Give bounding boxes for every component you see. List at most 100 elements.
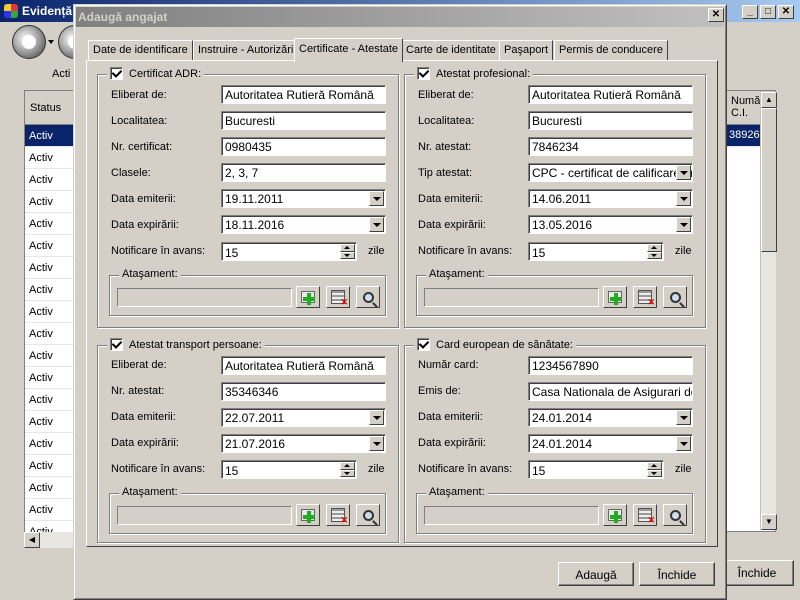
chevron-down-icon[interactable] — [676, 191, 691, 206]
spin-up-icon[interactable] — [340, 244, 355, 252]
list-item[interactable]: Activ — [25, 213, 75, 235]
maximize-button[interactable]: □ — [760, 5, 776, 19]
adr-legend[interactable]: Certificat ADR: — [107, 67, 205, 80]
adr-locality-field[interactable]: Bucuresti — [221, 111, 386, 130]
list-item[interactable]: Activ — [25, 235, 75, 257]
chevron-down-icon[interactable] — [676, 410, 691, 425]
chevron-down-icon[interactable] — [676, 165, 691, 180]
scroll-left-button[interactable]: ◀ — [24, 532, 40, 548]
chevron-down-icon[interactable] — [676, 436, 691, 451]
chevron-down-icon[interactable] — [369, 217, 384, 232]
health-checkbox[interactable] — [417, 338, 430, 351]
professional-add-attachment-button[interactable] — [603, 286, 627, 308]
passenger-notify-stepper[interactable]: 15 — [221, 460, 357, 479]
passenger-view-attachment-button[interactable] — [356, 504, 380, 526]
spin-down-icon[interactable] — [340, 470, 355, 477]
horizontal-scrollbar[interactable]: ◀ — [24, 532, 76, 548]
tab-certificates[interactable]: Certificate - Atestate — [294, 38, 404, 62]
professional-notify-stepper[interactable]: 15 — [528, 242, 664, 261]
health-issue-date-picker[interactable]: 24.01.2014 — [528, 408, 693, 427]
list-item[interactable]: Activ — [25, 279, 75, 301]
tab-driving-license[interactable]: Permis de conducere — [554, 40, 668, 60]
professional-type-select[interactable]: CPC - certificat de calificare pr — [528, 163, 693, 182]
list-item[interactable]: Activ — [25, 455, 75, 477]
scroll-thumb[interactable] — [761, 108, 777, 252]
tab-identification[interactable]: Date de identificare — [88, 40, 193, 60]
professional-view-attachment-button[interactable] — [663, 286, 687, 308]
chevron-down-icon[interactable] — [48, 40, 54, 44]
professional-locality-field[interactable]: Bucuresti — [528, 111, 693, 130]
spin-up-icon[interactable] — [340, 462, 355, 470]
adr-classes-field[interactable]: 2, 3, 7 — [221, 163, 386, 182]
passenger-delete-attachment-button[interactable] — [326, 504, 350, 526]
passenger-cert-no-field[interactable]: 35346346 — [221, 382, 386, 401]
spin-down-icon[interactable] — [340, 252, 355, 259]
adr-issue-date-picker[interactable]: 19.11.2011 — [221, 189, 386, 208]
professional-attachment-field[interactable] — [424, 288, 599, 307]
list-item[interactable]: Activ — [25, 433, 75, 455]
add-employee-button[interactable]: Adaugă — [558, 562, 634, 586]
professional-legend[interactable]: Atestat profesional: — [414, 67, 534, 80]
passenger-legend[interactable]: Atestat transport persoane: — [107, 338, 265, 351]
list-item[interactable]: Activ — [25, 169, 75, 191]
adr-expiry-date-picker[interactable]: 18.11.2016 — [221, 215, 386, 234]
passenger-attachment-field[interactable] — [117, 506, 292, 525]
professional-issue-date-picker[interactable]: 14.06.2011 — [528, 189, 693, 208]
adr-attachment-field[interactable] — [117, 288, 292, 307]
close-dialog-button[interactable]: Închide — [639, 562, 715, 586]
spin-down-icon[interactable] — [647, 470, 662, 477]
scroll-down-button[interactable]: ▼ — [761, 514, 777, 530]
chevron-down-icon[interactable] — [369, 436, 384, 451]
main-close-text-button[interactable]: Închide — [720, 560, 794, 586]
health-notify-stepper[interactable]: 15 — [528, 460, 664, 479]
health-expiry-date-picker[interactable]: 24.01.2014 — [528, 434, 693, 453]
list-item[interactable]: Activ — [25, 411, 75, 433]
list-item[interactable]: Activ — [25, 499, 75, 521]
back-icon[interactable] — [12, 25, 46, 59]
list-item[interactable]: Activ — [25, 257, 75, 279]
adr-checkbox[interactable] — [110, 67, 123, 80]
health-delete-attachment-button[interactable] — [633, 504, 657, 526]
adr-notify-stepper[interactable]: 15 — [221, 242, 357, 261]
passenger-checkbox[interactable] — [110, 338, 123, 351]
main-close-button[interactable]: ✕ — [778, 5, 794, 19]
adr-view-attachment-button[interactable] — [356, 286, 380, 308]
passenger-issued-by-field[interactable]: Autoritatea Rutieră Română — [221, 356, 386, 375]
adr-issued-by-field[interactable]: Autoritatea Rutieră Română — [221, 85, 386, 104]
spin-up-icon[interactable] — [647, 462, 662, 470]
professional-issued-by-field[interactable]: Autoritatea Rutieră Română — [528, 85, 693, 104]
adr-delete-attachment-button[interactable] — [326, 286, 350, 308]
list-item[interactable]: Activ — [25, 147, 75, 169]
professional-expiry-date-picker[interactable]: 13.05.2016 — [528, 215, 693, 234]
list-item[interactable]: Activ — [25, 125, 75, 147]
list-item[interactable]: Activ — [25, 301, 75, 323]
list-item[interactable]: Activ — [25, 191, 75, 213]
passenger-issue-date-picker[interactable]: 22.07.2011 — [221, 408, 386, 427]
scroll-up-button[interactable]: ▲ — [761, 92, 777, 108]
list-item[interactable]: Activ — [25, 323, 75, 345]
professional-checkbox[interactable] — [417, 67, 430, 80]
vertical-scrollbar[interactable]: ▲ ▼ — [760, 92, 777, 530]
health-view-attachment-button[interactable] — [663, 504, 687, 526]
status-column-header[interactable]: Status — [25, 91, 75, 125]
list-item[interactable]: Activ — [25, 389, 75, 411]
health-legend[interactable]: Card european de sănătate: — [414, 338, 576, 351]
dialog-close-button[interactable]: ✕ — [708, 8, 724, 22]
list-item[interactable]: Activ — [25, 367, 75, 389]
health-issued-by-field[interactable]: Casa Nationala de Asigurari de Sa — [528, 382, 693, 401]
tab-training[interactable]: Instruire - Autorizări — [193, 40, 299, 60]
chevron-down-icon[interactable] — [369, 191, 384, 206]
health-add-attachment-button[interactable] — [603, 504, 627, 526]
passenger-expiry-date-picker[interactable]: 21.07.2016 — [221, 434, 386, 453]
tab-passport[interactable]: Paşaport — [499, 40, 554, 60]
spin-up-icon[interactable] — [647, 244, 662, 252]
employee-status-list[interactable]: Status Activ Activ Activ Activ Activ Activ Act… — [24, 90, 76, 548]
list-item[interactable]: Activ — [25, 345, 75, 367]
professional-delete-attachment-button[interactable] — [633, 286, 657, 308]
tab-id-card[interactable]: Carte de identitate — [401, 40, 501, 60]
health-card-no-field[interactable]: 1234567890 — [528, 356, 693, 375]
spin-down-icon[interactable] — [647, 252, 662, 259]
health-attachment-field[interactable] — [424, 506, 599, 525]
passenger-add-attachment-button[interactable] — [296, 504, 320, 526]
professional-cert-no-field[interactable]: 7846234 — [528, 137, 693, 156]
